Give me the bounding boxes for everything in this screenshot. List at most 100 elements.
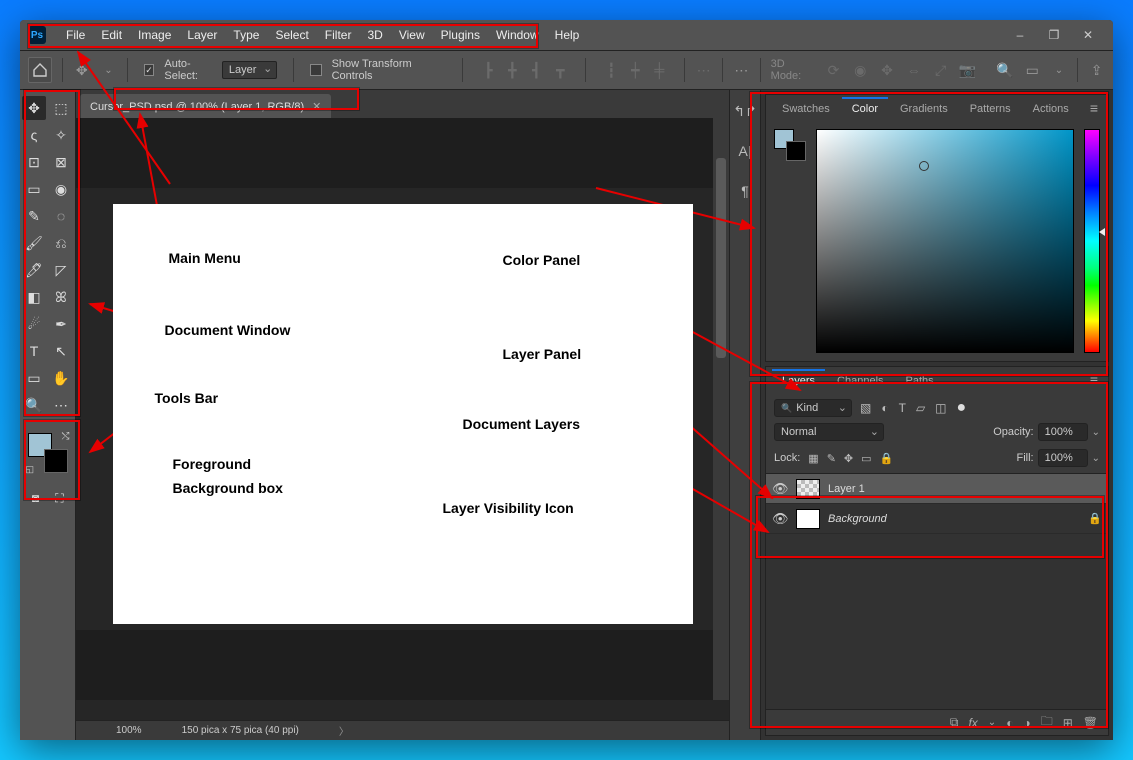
- character-panel-icon[interactable]: A|: [734, 140, 756, 162]
- gradients-tab[interactable]: Gradients: [890, 97, 958, 119]
- three-d-roll-icon[interactable]: ◉: [852, 61, 869, 79]
- layer-visibility-icon[interactable]: 👁: [772, 481, 788, 497]
- path-tool[interactable]: ↖: [49, 339, 73, 363]
- filter-smart-icon[interactable]: ◫: [935, 401, 946, 415]
- arrange-docs-chevron-icon[interactable]: ⌄: [1051, 61, 1068, 79]
- auto-select-target-select[interactable]: Layer: [222, 61, 278, 79]
- align-left-icon[interactable]: ┣: [479, 61, 497, 79]
- edit-toolbar-tool[interactable]: ⋯: [49, 393, 73, 417]
- menu-plugins[interactable]: Plugins: [433, 24, 488, 46]
- menu-layer[interactable]: Layer: [179, 24, 225, 46]
- brush-tool[interactable]: 🖌: [22, 231, 46, 255]
- blend-mode-select[interactable]: Normal: [774, 423, 884, 441]
- menu-type[interactable]: Type: [225, 24, 267, 46]
- arrange-docs-icon[interactable]: ▭: [1024, 61, 1041, 79]
- overflow-icon[interactable]: ⋯: [733, 61, 750, 79]
- align-right-icon[interactable]: ┫: [527, 61, 545, 79]
- swap-colors-icon[interactable]: ⤭: [62, 431, 70, 442]
- minimize-button[interactable]: –: [1003, 24, 1037, 46]
- background-color-swatch[interactable]: [44, 449, 68, 473]
- layers-tab[interactable]: Layers: [772, 369, 825, 391]
- delete-layer-icon[interactable]: 🗑: [1083, 716, 1098, 730]
- stamp-tool[interactable]: ⎌: [49, 231, 73, 255]
- lasso-tool[interactable]: ς: [22, 123, 46, 147]
- menu-3d[interactable]: 3D: [359, 24, 390, 46]
- filter-adjust-icon[interactable]: ◐: [881, 401, 888, 415]
- dodge-tool[interactable]: ☄: [22, 312, 46, 336]
- restore-button[interactable]: ❐: [1037, 24, 1071, 46]
- group-layers-icon[interactable]: 🗀: [1041, 712, 1053, 733]
- artboard-tool[interactable]: ⬚: [49, 96, 73, 120]
- distribute-h-icon[interactable]: ┇: [602, 61, 620, 79]
- more-align-icon[interactable]: ⋯: [695, 61, 712, 79]
- type-tool[interactable]: T: [22, 339, 46, 363]
- filter-toggle-icon[interactable]: ●: [957, 399, 967, 417]
- reset-colors-icon[interactable]: ◱: [26, 464, 35, 475]
- distribute-v-icon[interactable]: ┿: [626, 61, 644, 79]
- fill-input[interactable]: 100%: [1038, 449, 1088, 467]
- menu-select[interactable]: Select: [267, 24, 316, 46]
- close-button[interactable]: ✕: [1071, 24, 1105, 46]
- close-tab-icon[interactable]: ✕: [312, 100, 321, 113]
- lock-transparency-icon[interactable]: ▦: [808, 452, 818, 465]
- paths-tab[interactable]: Paths: [896, 369, 944, 391]
- search-icon[interactable]: 🔍: [996, 61, 1013, 79]
- distribute-icon[interactable]: ╪: [650, 61, 668, 79]
- tool-variant-icon[interactable]: ⌄: [100, 61, 117, 79]
- wand-tool[interactable]: ✧: [49, 123, 73, 147]
- lock-position-icon[interactable]: ✥: [844, 452, 853, 465]
- history-brush-tool[interactable]: 🖊: [22, 258, 46, 282]
- hue-slider-handle-icon[interactable]: [1099, 228, 1105, 236]
- move-tool[interactable]: ✥: [22, 96, 46, 120]
- lock-artboard-icon[interactable]: ▭: [861, 452, 871, 465]
- link-layers-icon[interactable]: ⧉: [950, 715, 959, 730]
- foreground-background-swatch[interactable]: ⤭ ◱: [26, 431, 70, 475]
- layer-name[interactable]: Background: [828, 513, 887, 525]
- eyedrop-tool[interactable]: ◉: [49, 177, 73, 201]
- layer-thumbnail[interactable]: [796, 479, 820, 499]
- status-doc-info[interactable]: 150 pica x 75 pica (40 ppi): [182, 725, 299, 736]
- screen-mode-icon[interactable]: ⛶: [50, 489, 70, 507]
- channels-tab[interactable]: Channels: [827, 369, 893, 391]
- color-field[interactable]: [816, 129, 1074, 353]
- hand-tool[interactable]: ✋: [49, 366, 73, 390]
- opacity-input[interactable]: 100%: [1038, 423, 1088, 441]
- menu-image[interactable]: Image: [130, 24, 179, 46]
- eyedropper-tool[interactable]: ✎: [22, 204, 46, 228]
- share-icon[interactable]: ⇪: [1088, 61, 1105, 79]
- align-top-icon[interactable]: ┳: [551, 61, 569, 79]
- pen-tool[interactable]: ✒: [49, 312, 73, 336]
- color-panel-bg-swatch[interactable]: [786, 141, 806, 161]
- three-d-zoom-icon[interactable]: ⤢: [932, 61, 949, 79]
- three-d-slide-icon[interactable]: ⇔: [905, 61, 922, 79]
- color-tab[interactable]: Color: [842, 97, 888, 119]
- filter-shape-icon[interactable]: ▱: [916, 401, 925, 415]
- filter-pixel-icon[interactable]: ▧: [860, 401, 871, 415]
- lock-all-icon[interactable]: 🔒: [880, 452, 894, 465]
- three-d-orbit-icon[interactable]: ⟳: [825, 61, 842, 79]
- history-panel-icon[interactable]: ↰↱: [734, 100, 756, 122]
- lock-paint-icon[interactable]: ✎: [827, 452, 836, 465]
- filter-type-icon[interactable]: T: [899, 401, 906, 415]
- canvas[interactable]: Main Menu Document Window Tools Bar Fore…: [113, 204, 693, 624]
- home-button[interactable]: [28, 57, 52, 83]
- menu-file[interactable]: File: [58, 24, 93, 46]
- color-panel-fgbg[interactable]: [774, 129, 806, 161]
- color-panel-menu-icon[interactable]: ≡: [1086, 100, 1102, 116]
- patch-tool[interactable]: ◌: [49, 204, 73, 228]
- adjustment-layer-icon[interactable]: ◑: [1023, 716, 1030, 730]
- eraser-tool[interactable]: ◸: [49, 258, 73, 282]
- align-center-h-icon[interactable]: ╋: [503, 61, 521, 79]
- auto-select-checkbox[interactable]: [144, 64, 155, 76]
- vertical-scrollbar[interactable]: [713, 118, 729, 700]
- rect-tool[interactable]: ▭: [22, 366, 46, 390]
- paragraph-panel-icon[interactable]: ¶: [734, 180, 756, 202]
- slice-tool[interactable]: ⊠: [49, 150, 73, 174]
- new-layer-icon[interactable]: ⊞: [1063, 716, 1073, 730]
- layer-filter-kind-select[interactable]: Kind: [774, 399, 852, 417]
- show-transform-checkbox[interactable]: [310, 64, 321, 76]
- three-d-camera-icon[interactable]: 📷: [959, 61, 976, 79]
- swatches-tab[interactable]: Swatches: [772, 97, 840, 119]
- document-tab[interactable]: Cursor_PSD.psd @ 100% (Layer 1, RGB/8) ✕: [80, 94, 331, 118]
- frame-tool[interactable]: ▭: [22, 177, 46, 201]
